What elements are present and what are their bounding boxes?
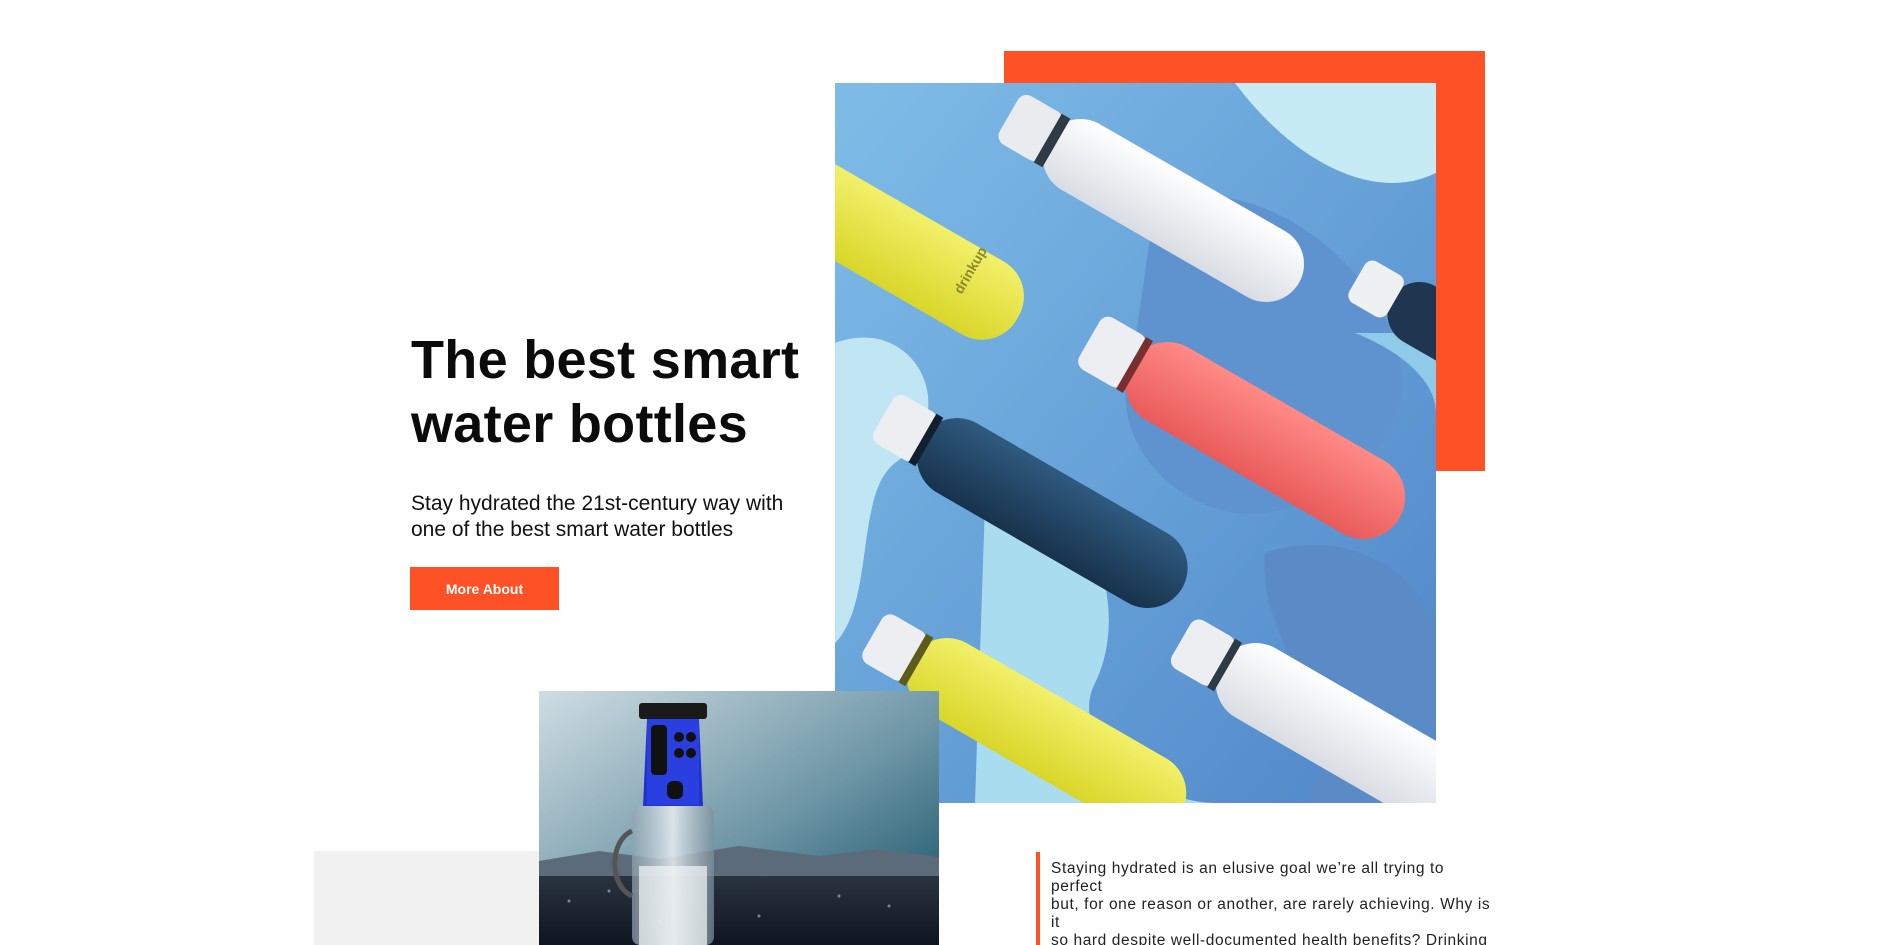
smart-bottle-landscape-image [539, 691, 939, 945]
more-about-button[interactable]: More About [410, 567, 559, 610]
article-line-2: perfect [1051, 878, 1103, 895]
hero-title-line-1: The best smart [411, 330, 800, 390]
article-line-5: so hard despite well-documented health b… [1051, 932, 1488, 945]
article-line-3: but, for one reason or another, are rare… [1051, 896, 1491, 913]
hero-subtitle-line-2: one of the best smart water bottles [411, 518, 734, 541]
gray-panel [314, 851, 544, 945]
hero-title-line-2: water bottles [411, 394, 748, 454]
article-intro: Staying hydrated is an elusive goal we’r… [1036, 852, 1536, 945]
article-line-4: it [1051, 914, 1060, 931]
hero-subtitle: Stay hydrated the 21st-century way with … [411, 491, 831, 543]
article-line-1: Staying hydrated is an elusive goal we’r… [1051, 860, 1445, 877]
hero-subtitle-line-1: Stay hydrated the 21st-century way with [411, 492, 784, 515]
page: drinkup The best smart water bottles Sta… [0, 0, 1877, 945]
hero-title: The best smart water bottles [411, 328, 831, 456]
